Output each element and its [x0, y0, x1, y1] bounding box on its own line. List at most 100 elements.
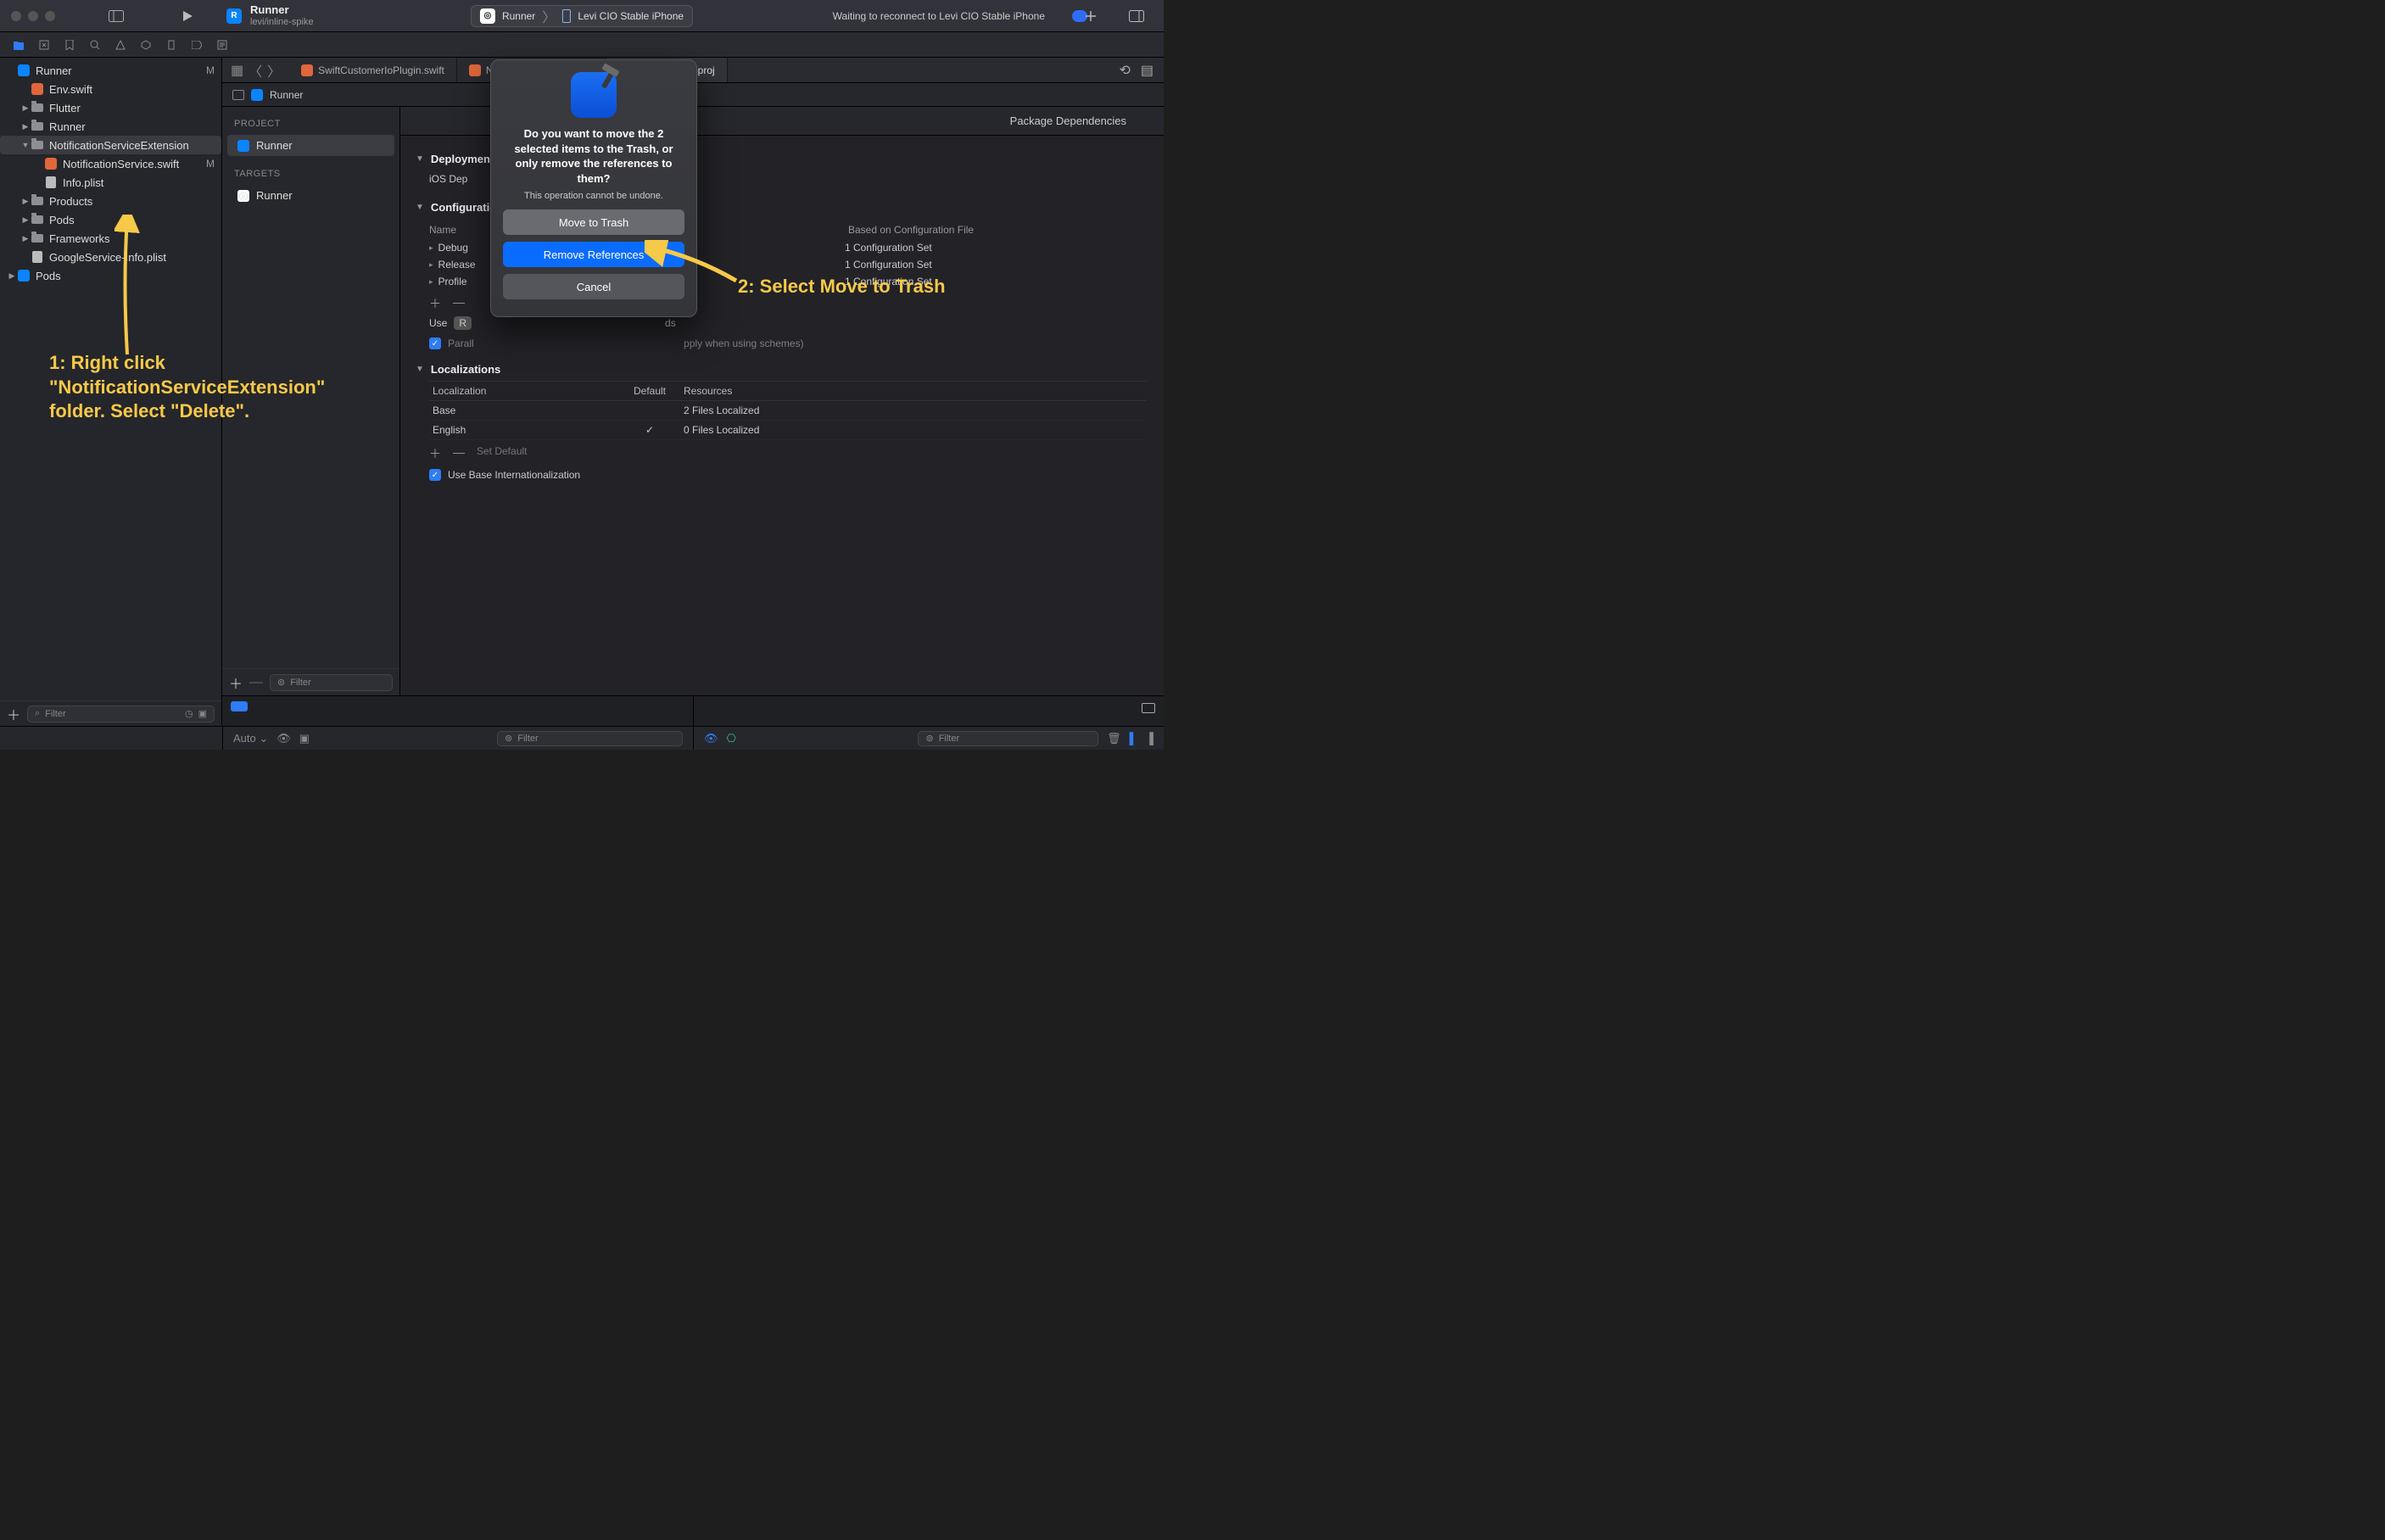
debug-area: [222, 695, 1164, 726]
console-filter[interactable]: ⊚Filter: [918, 731, 1098, 746]
source-control-icon[interactable]: [37, 38, 51, 52]
issues-icon[interactable]: [114, 38, 127, 52]
section-project: PROJECT: [222, 107, 399, 134]
tree-row[interactable]: ▶Products: [0, 192, 221, 210]
breadcrumb-item[interactable]: Runner: [270, 89, 303, 101]
add-file-button[interactable]: ＋: [7, 704, 20, 724]
panel-layout-icon[interactable]: [1126, 6, 1147, 26]
tree-row[interactable]: RunnerM: [0, 61, 221, 80]
parallelize-checkbox[interactable]: ✓: [429, 338, 441, 349]
use-base-checkbox[interactable]: ✓: [429, 469, 441, 481]
folder-icon: [31, 194, 44, 208]
eye-icon[interactable]: 👁: [276, 732, 291, 745]
tree-label: NotificationService.swift: [63, 158, 203, 170]
tests-icon[interactable]: [139, 38, 153, 52]
view-mode-icon[interactable]: ▣: [299, 732, 310, 745]
swift-icon: [469, 64, 481, 76]
breadcrumb-icon: [251, 89, 263, 101]
tree-row[interactable]: Env.swift: [0, 80, 221, 98]
disclosure-icon[interactable]: ▶: [7, 271, 17, 281]
editor-tab[interactable]: SwiftCustomerIoPlugin.swift: [289, 58, 457, 82]
target-icon: ◎: [237, 190, 249, 202]
zoom-dot[interactable]: [45, 11, 55, 21]
add-config-button[interactable]: ＋: [429, 295, 441, 312]
modal-heading: Do you want to move the 2 selected items…: [503, 126, 684, 186]
project-icon: [237, 140, 249, 152]
right-panel-icon[interactable]: ▐: [1146, 732, 1153, 745]
scheme-selector[interactable]: ◎ Runner 〉 Levi CIO Stable iPhone: [471, 5, 693, 27]
project-navigator-icon[interactable]: [12, 38, 25, 52]
tree-row[interactable]: ▶Pods: [0, 266, 221, 285]
bookmark-icon[interactable]: [63, 38, 76, 52]
tree-row[interactable]: Info.plist: [0, 173, 221, 192]
tree-label: Flutter: [49, 102, 215, 114]
group-localizations[interactable]: ▼Localizations: [416, 363, 1147, 376]
scm-filter-icon[interactable]: ▣: [198, 708, 207, 719]
outline-toggle-icon[interactable]: [232, 90, 244, 100]
sidebar-layout-icon[interactable]: [106, 6, 126, 26]
tree-row[interactable]: ▶ Flutter: [0, 98, 221, 117]
outline-target-item[interactable]: ◎ Runner: [227, 185, 394, 206]
refresh-icon[interactable]: ⟲: [1119, 62, 1130, 79]
add-loc-button[interactable]: ＋: [429, 445, 441, 462]
remove-config-button[interactable]: —: [453, 295, 465, 312]
tree-row[interactable]: NotificationService.swiftM: [0, 154, 221, 173]
localization-row[interactable]: English✓0 Files Localized: [429, 421, 1147, 440]
traffic-lights[interactable]: [11, 11, 55, 21]
close-dot[interactable]: [11, 11, 21, 21]
auto-zoom-button[interactable]: Auto ⌄: [233, 732, 268, 745]
back-button[interactable]: 〈: [249, 60, 262, 81]
delete-confirmation-dialog: Do you want to move the 2 selected items…: [490, 59, 697, 317]
debug-icon[interactable]: [165, 38, 178, 52]
tree-row[interactable]: ▶Frameworks: [0, 229, 221, 248]
eye-icon[interactable]: 👁: [704, 732, 718, 745]
run-button[interactable]: [177, 6, 198, 26]
trash-icon[interactable]: 🗑: [1107, 732, 1121, 745]
add-tab-button[interactable]: [1081, 6, 1101, 26]
project-navigator: RunnerMEnv.swift▶Flutter▶Runner▼Notifica…: [0, 58, 222, 726]
disclosure-icon[interactable]: ▶: [20, 234, 31, 243]
sidebar-filter[interactable]: ⌕ Filter ◷ ▣: [27, 706, 215, 723]
filter-icon: ⌕: [35, 708, 40, 719]
left-panel-icon[interactable]: ▌: [1130, 732, 1137, 745]
disclosure-icon[interactable]: ▶: [20, 122, 31, 131]
tree-row[interactable]: ▶Runner: [0, 117, 221, 136]
disclosure-icon[interactable]: ▶: [20, 103, 31, 113]
console-view[interactable]: [694, 696, 1165, 726]
cancel-button[interactable]: Cancel: [503, 274, 684, 299]
search-icon[interactable]: [88, 38, 102, 52]
cfg-col-based: Based on Configuration File: [848, 224, 974, 236]
related-items-icon[interactable]: ▦: [231, 62, 243, 79]
tab-package-dependencies[interactable]: Package Dependencies: [1010, 114, 1126, 127]
forward-button[interactable]: 〉: [267, 60, 281, 81]
variables-filter[interactable]: ⊚Filter: [497, 731, 683, 746]
remove-references-button[interactable]: Remove References: [503, 242, 684, 267]
file-tree[interactable]: RunnerMEnv.swift▶Flutter▶Runner▼Notifica…: [0, 58, 221, 700]
disclosure-icon[interactable]: ▶: [20, 215, 31, 225]
minimize-dot[interactable]: [28, 11, 38, 21]
modified-badge: M: [206, 158, 215, 170]
device-icon: [562, 9, 571, 23]
set-default-button[interactable]: Set Default: [477, 445, 527, 462]
tree-row[interactable]: ▼NotificationServiceExtension: [0, 136, 221, 154]
localization-row[interactable]: Base2 Files Localized: [429, 401, 1147, 421]
outline-filter[interactable]: ⊚ Filter: [270, 674, 393, 691]
add-target-button[interactable]: ＋: [229, 672, 243, 693]
hammer-icon: [595, 64, 623, 92]
report-icon[interactable]: [215, 38, 229, 52]
move-to-trash-button[interactable]: Move to Trash: [503, 209, 684, 235]
tree-row[interactable]: ▶Pods: [0, 210, 221, 229]
variables-view[interactable]: [222, 696, 694, 726]
config-selector[interactable]: R: [454, 316, 472, 330]
remove-loc-button[interactable]: —: [453, 445, 465, 462]
disclosure-icon[interactable]: ▶: [20, 197, 31, 206]
clock-icon[interactable]: ◷: [185, 708, 193, 719]
breakpoint-icon[interactable]: [190, 38, 204, 52]
outline-project-item[interactable]: Runner: [227, 135, 394, 156]
remove-target-button[interactable]: —: [249, 675, 263, 690]
disclosure-icon[interactable]: ▼: [20, 141, 31, 149]
editor-layout-icon[interactable]: ▤: [1141, 62, 1153, 79]
bp-toggle-icon[interactable]: ⎔: [727, 732, 736, 745]
console-panel-icon[interactable]: [1142, 703, 1155, 713]
tree-row[interactable]: GoogleService-Info.plist: [0, 248, 221, 266]
